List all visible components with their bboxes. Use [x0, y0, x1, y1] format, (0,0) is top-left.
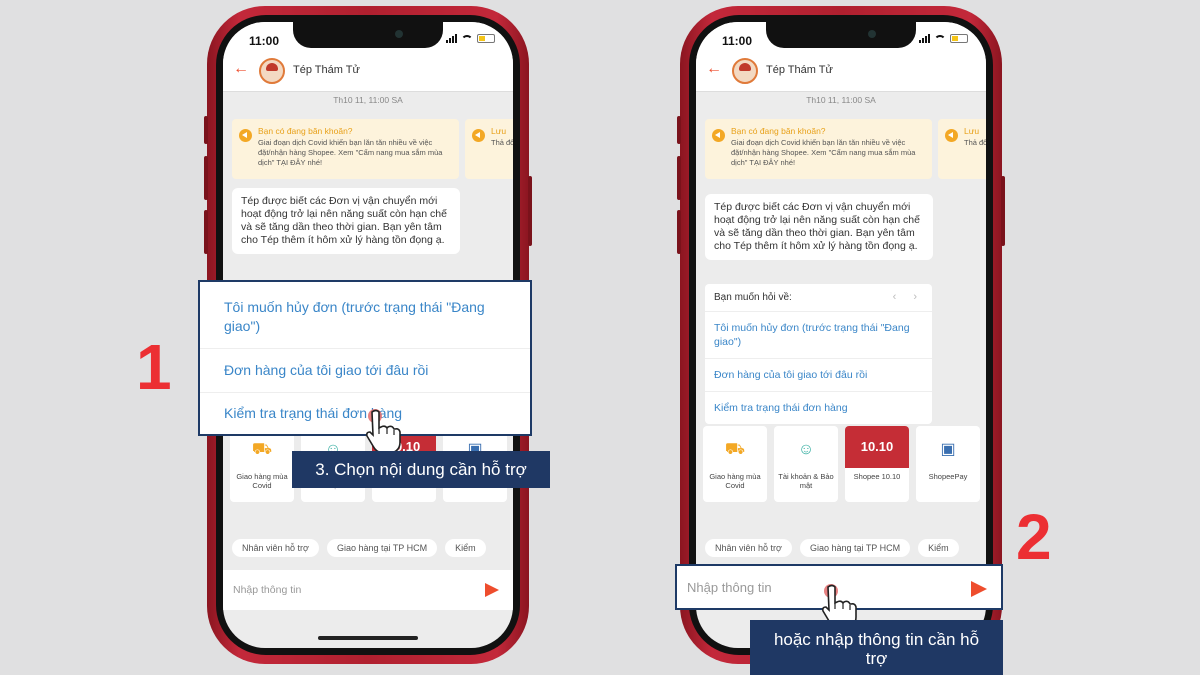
send-icon[interactable]	[485, 583, 499, 597]
notice-title: Bạn có đang băn khoăn?	[731, 126, 826, 136]
contact-name: Tép Thám Tử	[293, 64, 360, 76]
menu-item-where[interactable]: Đơn hàng của tôi giao tới đâu rồi	[200, 361, 530, 380]
signal-icon	[919, 34, 930, 43]
chip[interactable]: Giao hàng tại TP HCM	[326, 539, 438, 557]
volume-up-button	[204, 156, 208, 200]
chip[interactable]: Nhân viên hỗ trợ	[232, 539, 319, 557]
message-input[interactable]: Nhập thông tin	[687, 580, 772, 595]
status-time: 11:00	[249, 34, 280, 48]
battery-icon	[477, 34, 495, 43]
chat-header: ← Tép Thám Tử	[223, 52, 513, 92]
step2-number: 2	[1016, 501, 1052, 573]
notice-card[interactable]: Bạn có đang băn khoăn? Giai đoạn dịch Co…	[705, 119, 932, 179]
date-stamp: Th10 11, 11:00 SA	[333, 95, 403, 105]
step1-label: 3. Chọn nội dung cần hỗ trợ	[292, 451, 550, 488]
status-time: 11:00	[722, 34, 753, 48]
category-shopeepay[interactable]: ▣ ShopeePay	[916, 426, 980, 502]
notice-title: Lưu	[491, 126, 507, 136]
wifi-icon	[461, 34, 473, 43]
contact-name: Tép Thám Tử	[766, 64, 833, 76]
side-button	[204, 116, 208, 144]
quick-reply-chips: Nhân viên hỗ trợ Giao hàng tại TP HCM Ki…	[705, 539, 959, 557]
user-icon: ☺	[797, 441, 815, 458]
category-covid[interactable]: ⛟ Giao hàng mùa Covid	[703, 426, 767, 502]
quick-reply-chips: Nhân viên hỗ trợ Giao hàng tại TP HCM Ki…	[232, 539, 486, 557]
step2-label: hoặc nhập thông tin cần hỗ trợ	[750, 620, 1003, 675]
speaker-icon	[945, 129, 958, 142]
bot-message: Tép được biết các Đơn vị vận chuyển mới …	[705, 194, 933, 260]
faq-menu-header: Bạn muốn hỏi về: ‹ ›	[705, 284, 932, 312]
volume-down-button	[204, 210, 208, 254]
shopeepay-icon: ▣	[940, 441, 956, 458]
avatar	[732, 58, 758, 84]
back-arrow-icon[interactable]: ←	[706, 60, 722, 78]
notice-card[interactable]: Bạn có đang băn khoăn? Giai đoạn dịch Co…	[232, 119, 459, 179]
promo-banner: 10.10	[845, 426, 909, 468]
wifi-icon	[934, 34, 946, 43]
pager-arrows-icon[interactable]: ‹ ›	[893, 291, 924, 303]
volume-up-button	[677, 156, 681, 200]
chip[interactable]: Nhân viên hỗ trợ	[705, 539, 792, 557]
speaker-icon	[712, 129, 725, 142]
message-input[interactable]: Nhập thông tin	[233, 584, 301, 596]
faq-menu-title: Bạn muốn hỏi về:	[714, 292, 792, 303]
camera-icon	[395, 30, 403, 38]
menu-item-cancel[interactable]: Tôi muốn hủy đơn (trước trạng thái "Đang…	[200, 298, 530, 336]
speaker-icon	[472, 129, 485, 142]
category-label: ShopeePay	[928, 472, 968, 481]
category-label: Tài khoản & Bảo mật	[778, 472, 834, 490]
divider	[200, 392, 530, 393]
signal-icon	[446, 34, 457, 43]
send-icon[interactable]	[971, 581, 987, 597]
notice-title: Lưu	[964, 126, 980, 136]
truck-icon: ⛟	[724, 441, 746, 458]
category-label: Shopee 10.10	[853, 472, 901, 481]
category-account[interactable]: ☺ Tài khoản & Bảo mật	[774, 426, 838, 502]
chip[interactable]: Giao hàng tại TP HCM	[799, 539, 911, 557]
notice-body: Giai đoạn dịch Covid khiến bạn lăn tăn n…	[258, 138, 443, 167]
notice-body: Thả đổi	[964, 138, 986, 147]
bot-message: Tép được biết các Đơn vị vận chuyển mới …	[232, 188, 460, 254]
power-button	[528, 176, 532, 246]
chip[interactable]: Kiểm	[918, 539, 959, 557]
notch	[766, 22, 916, 48]
back-arrow-icon[interactable]: ←	[233, 60, 249, 78]
notice-body: Thả đổi	[491, 138, 513, 147]
category-label: Giao hàng mùa Covid	[236, 472, 288, 490]
faq-menu: Bạn muốn hỏi về: ‹ › Tôi muốn hủy đơn (t…	[705, 284, 932, 424]
camera-icon	[868, 30, 876, 38]
date-stamp: Th10 11, 11:00 SA	[806, 95, 876, 105]
category-row: ⛟ Giao hàng mùa Covid ☺ Tài khoản & Bảo …	[703, 426, 986, 502]
menu-item-cancel[interactable]: Tôi muốn hủy đơn (trước trạng thái "Đang…	[705, 312, 932, 359]
message-input-bar: Nhập thông tin	[223, 570, 513, 610]
notch	[293, 22, 443, 48]
chat-header: ← Tép Thám Tử	[696, 52, 986, 92]
menu-item-status[interactable]: Kiểm tra trạng thái đơn hàng	[705, 392, 932, 424]
power-button	[1001, 176, 1005, 246]
pointing-hand-icon	[366, 409, 401, 454]
notice-body: Giai đoạn dịch Covid khiến bạn lăn tăn n…	[731, 138, 916, 167]
battery-icon	[950, 34, 968, 43]
notice-card-2[interactable]: Lưu Thả đổi	[465, 119, 513, 179]
notice-card-2[interactable]: Lưu Thả đổi	[938, 119, 986, 179]
divider	[200, 348, 530, 349]
screen: 11:00 ← Tép Thám Tử Th10 11, 11:00 SA Bạ…	[696, 22, 986, 648]
category-label: Giao hàng mùa Covid	[709, 472, 761, 490]
side-button	[677, 116, 681, 144]
home-indicator	[318, 636, 418, 640]
avatar	[259, 58, 285, 84]
speaker-icon	[239, 129, 252, 142]
menu-item-where[interactable]: Đơn hàng của tôi giao tới đâu rồi	[705, 359, 932, 392]
notice-title: Bạn có đang băn khoăn?	[258, 126, 353, 136]
category-promo[interactable]: 10.10 Shopee 10.10	[845, 426, 909, 502]
truck-icon: ⛟	[251, 441, 273, 458]
step1-number: 1	[136, 331, 172, 403]
chip[interactable]: Kiểm	[445, 539, 486, 557]
category-covid[interactable]: ⛟ Giao hàng mùa Covid	[230, 426, 294, 502]
volume-down-button	[677, 210, 681, 254]
